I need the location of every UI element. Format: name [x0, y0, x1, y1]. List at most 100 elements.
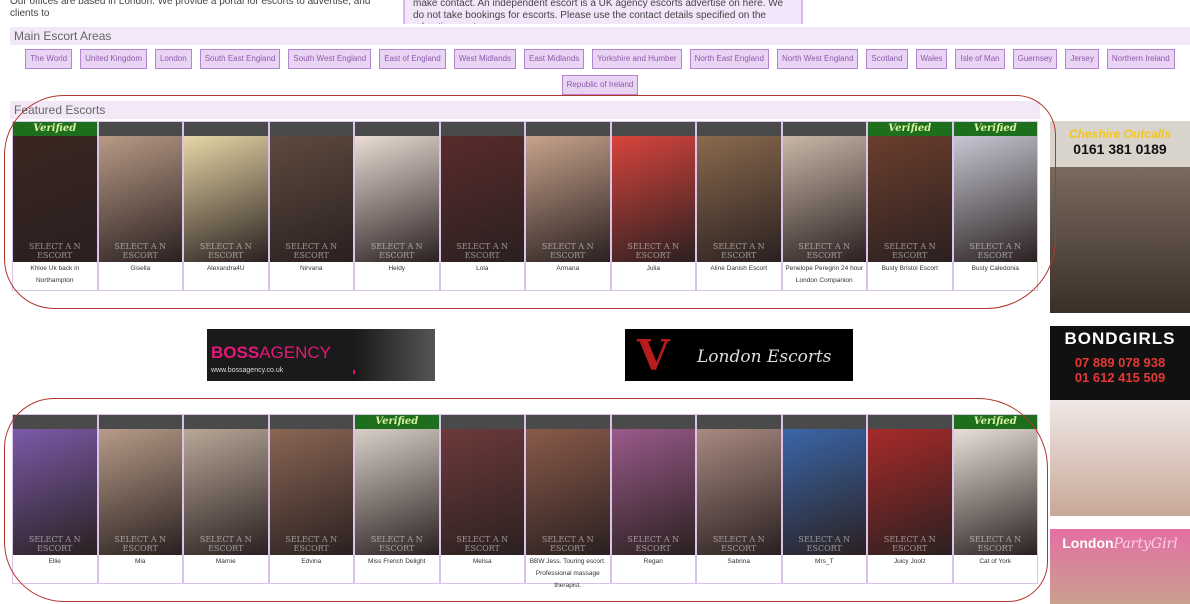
escort-photo[interactable]: SELECT A N ESCORT — [269, 429, 353, 555]
area-button[interactable]: West Midlands — [453, 49, 517, 69]
escort-photo[interactable]: SELECT A N ESCORT — [953, 136, 1037, 262]
escort-photo[interactable]: SELECT A N ESCORT — [868, 429, 952, 555]
area-button[interactable]: South East England — [199, 49, 281, 69]
escort-card[interactable]: SELECT A N ESCORT Alexandra4U — [183, 121, 269, 291]
photo-watermark: SELECT A N ESCORT — [541, 242, 594, 260]
escort-name[interactable]: Miss French Delight — [355, 555, 439, 569]
escort-photo[interactable]: SELECT A N ESCORT — [440, 136, 524, 262]
escort-card[interactable]: Verified SELECT A N ESCORT Khloe Uk back i… — [12, 121, 98, 291]
escort-card[interactable]: Verified SELECT A N ESCORT Miss French Del… — [354, 414, 440, 584]
photo-watermark: SELECT A N ESCORT — [370, 535, 423, 553]
area-button[interactable]: Republic of Ireland — [561, 75, 639, 95]
escort-card[interactable]: SELECT A N ESCORT Heidy — [354, 121, 440, 291]
escort-card[interactable]: SELECT A N ESCORT Lola — [439, 121, 525, 291]
escort-name[interactable]: Aline Danish Escort — [697, 262, 781, 276]
escort-card[interactable]: SELECT A N ESCORT Nirvana — [268, 121, 354, 291]
area-button[interactable]: South West England — [288, 49, 372, 69]
escort-photo[interactable]: SELECT A N ESCORT — [526, 429, 610, 555]
escort-card[interactable]: SELECT A N ESCORT Penelope Peregrin 24 ho… — [781, 121, 867, 291]
escort-card[interactable]: Verified SELECT A N ESCORT Cat of York — [952, 414, 1038, 584]
escort-photo[interactable]: SELECT A N ESCORT — [697, 429, 781, 555]
escort-name[interactable]: Juicy Joolz — [868, 555, 952, 569]
photo-watermark: SELECT A N ESCORT — [285, 535, 338, 553]
escort-name[interactable]: Busty Caledonia — [954, 262, 1038, 276]
escort-photo[interactable]: SELECT A N ESCORT — [526, 136, 610, 262]
area-button[interactable]: East of England — [379, 49, 446, 69]
escort-card[interactable]: SELECT A N ESCORT Ellie — [12, 414, 98, 584]
escort-card[interactable]: SELECT A N ESCORT Juicy Joolz — [867, 414, 953, 584]
escort-photo[interactable]: SELECT A N ESCORT — [13, 136, 97, 262]
escort-card[interactable]: SELECT A N ESCORT Mia — [97, 414, 183, 584]
area-button[interactable]: Wales — [915, 49, 948, 69]
escort-photo[interactable]: SELECT A N ESCORT — [269, 136, 353, 262]
escort-name[interactable]: Gisella — [99, 262, 183, 276]
escort-card[interactable]: SELECT A N ESCORT Julia — [610, 121, 696, 291]
escort-name[interactable]: BBW Jess. Touring escort. Professional m… — [526, 555, 610, 593]
escort-name[interactable]: Mrs_T — [783, 555, 867, 569]
escort-name[interactable]: Marnie — [184, 555, 268, 569]
escort-name[interactable]: Busty Bristol Escort — [868, 262, 952, 276]
escort-card[interactable]: SELECT A N ESCORT Aline Danish Escort — [696, 121, 782, 291]
escort-name[interactable]: Armana — [526, 262, 610, 276]
escort-name[interactable]: Khloe Uk back in Northampton — [13, 262, 97, 288]
escort-photo[interactable]: SELECT A N ESCORT — [782, 429, 866, 555]
area-button[interactable]: Yorkshire and Humber — [592, 49, 682, 69]
escort-name[interactable]: Heidy — [355, 262, 439, 276]
area-button[interactable]: The World — [25, 49, 73, 69]
escort-photo[interactable]: SELECT A N ESCORT — [184, 136, 268, 262]
area-button[interactable]: North East England — [689, 49, 769, 69]
area-button[interactable]: Scotland — [866, 49, 908, 69]
london-escorts-banner[interactable]: V London Escorts — [625, 329, 853, 381]
escort-photo[interactable]: SELECT A N ESCORT — [697, 136, 781, 262]
photo-watermark: SELECT A N ESCORT — [285, 242, 338, 260]
escort-name[interactable]: Ellie — [13, 555, 97, 569]
escort-photo[interactable]: SELECT A N ESCORT — [440, 429, 524, 555]
escort-photo[interactable]: SELECT A N ESCORT — [355, 429, 439, 555]
escort-name[interactable]: Lola — [441, 262, 525, 276]
london-partygirl-ad[interactable]: LondonPartyGirl — [1050, 529, 1190, 604]
escort-photo[interactable]: SELECT A N ESCORT — [13, 429, 97, 555]
escort-card[interactable]: SELECT A N ESCORT Regan — [610, 414, 696, 584]
escort-name[interactable]: Melisa — [441, 555, 525, 569]
area-button[interactable]: London — [154, 49, 192, 69]
escort-name[interactable]: Cat of York — [954, 555, 1038, 569]
escort-card[interactable]: SELECT A N ESCORT Melisa — [439, 414, 525, 584]
escort-name[interactable]: Alexandra4U — [184, 262, 268, 276]
photo-watermark: SELECT A N ESCORT — [28, 242, 81, 260]
escort-name[interactable]: Regan — [612, 555, 696, 569]
area-button[interactable]: Isle of Man — [955, 49, 1005, 69]
area-button[interactable]: Guernsey — [1012, 49, 1058, 69]
escort-photo[interactable]: SELECT A N ESCORT — [98, 429, 182, 555]
boss-agency-banner[interactable]: BOSSAGENCY www.bossagency.co.uk ● 079494… — [207, 329, 435, 381]
cheshire-outcalls-ad[interactable]: Cheshire Outcalls 0161 381 0189 — [1050, 121, 1190, 313]
escort-name[interactable]: Mia — [99, 555, 183, 569]
escort-name[interactable]: Edvina — [270, 555, 354, 569]
escort-card[interactable]: SELECT A N ESCORT Mrs_T — [781, 414, 867, 584]
escort-photo[interactable]: SELECT A N ESCORT — [868, 136, 952, 262]
escort-photo[interactable]: SELECT A N ESCORT — [98, 136, 182, 262]
area-button[interactable]: Northern Ireland — [1106, 49, 1175, 69]
escort-photo[interactable]: SELECT A N ESCORT — [611, 136, 695, 262]
escort-card[interactable]: Verified SELECT A N ESCORT Busty Bristol E… — [867, 121, 953, 291]
escort-photo[interactable]: SELECT A N ESCORT — [355, 136, 439, 262]
escort-card[interactable]: SELECT A N ESCORT Edvina — [268, 414, 354, 584]
escort-name[interactable]: Sabrina — [697, 555, 781, 569]
bondgirls-ad[interactable]: BONDGIRLS 07 889 078 938 01 612 415 509 — [1050, 326, 1190, 516]
escort-photo[interactable]: SELECT A N ESCORT — [184, 429, 268, 555]
escort-card[interactable]: Verified SELECT A N ESCORT Busty Caledonia — [952, 121, 1038, 291]
area-button[interactable]: Jersey — [1065, 49, 1099, 69]
area-button[interactable]: East Midlands — [524, 49, 585, 69]
escort-card[interactable]: SELECT A N ESCORT Sabrina — [696, 414, 782, 584]
escort-name[interactable]: Penelope Peregrin 24 hour London Compani… — [783, 262, 867, 288]
escort-card[interactable]: SELECT A N ESCORT Gisella — [97, 121, 183, 291]
escort-name[interactable]: Julia — [612, 262, 696, 276]
escort-photo[interactable]: SELECT A N ESCORT — [782, 136, 866, 262]
area-button[interactable]: United Kingdom — [80, 49, 147, 69]
escort-name[interactable]: Nirvana — [270, 262, 354, 276]
area-button[interactable]: North West England — [776, 49, 859, 69]
escort-photo[interactable]: SELECT A N ESCORT — [611, 429, 695, 555]
escort-card[interactable]: SELECT A N ESCORT Marnie — [183, 414, 269, 584]
escort-card[interactable]: SELECT A N ESCORT BBW Jess. Touring escor… — [525, 414, 611, 589]
escort-photo[interactable]: SELECT A N ESCORT — [953, 429, 1037, 555]
escort-card[interactable]: SELECT A N ESCORT Armana — [525, 121, 611, 291]
